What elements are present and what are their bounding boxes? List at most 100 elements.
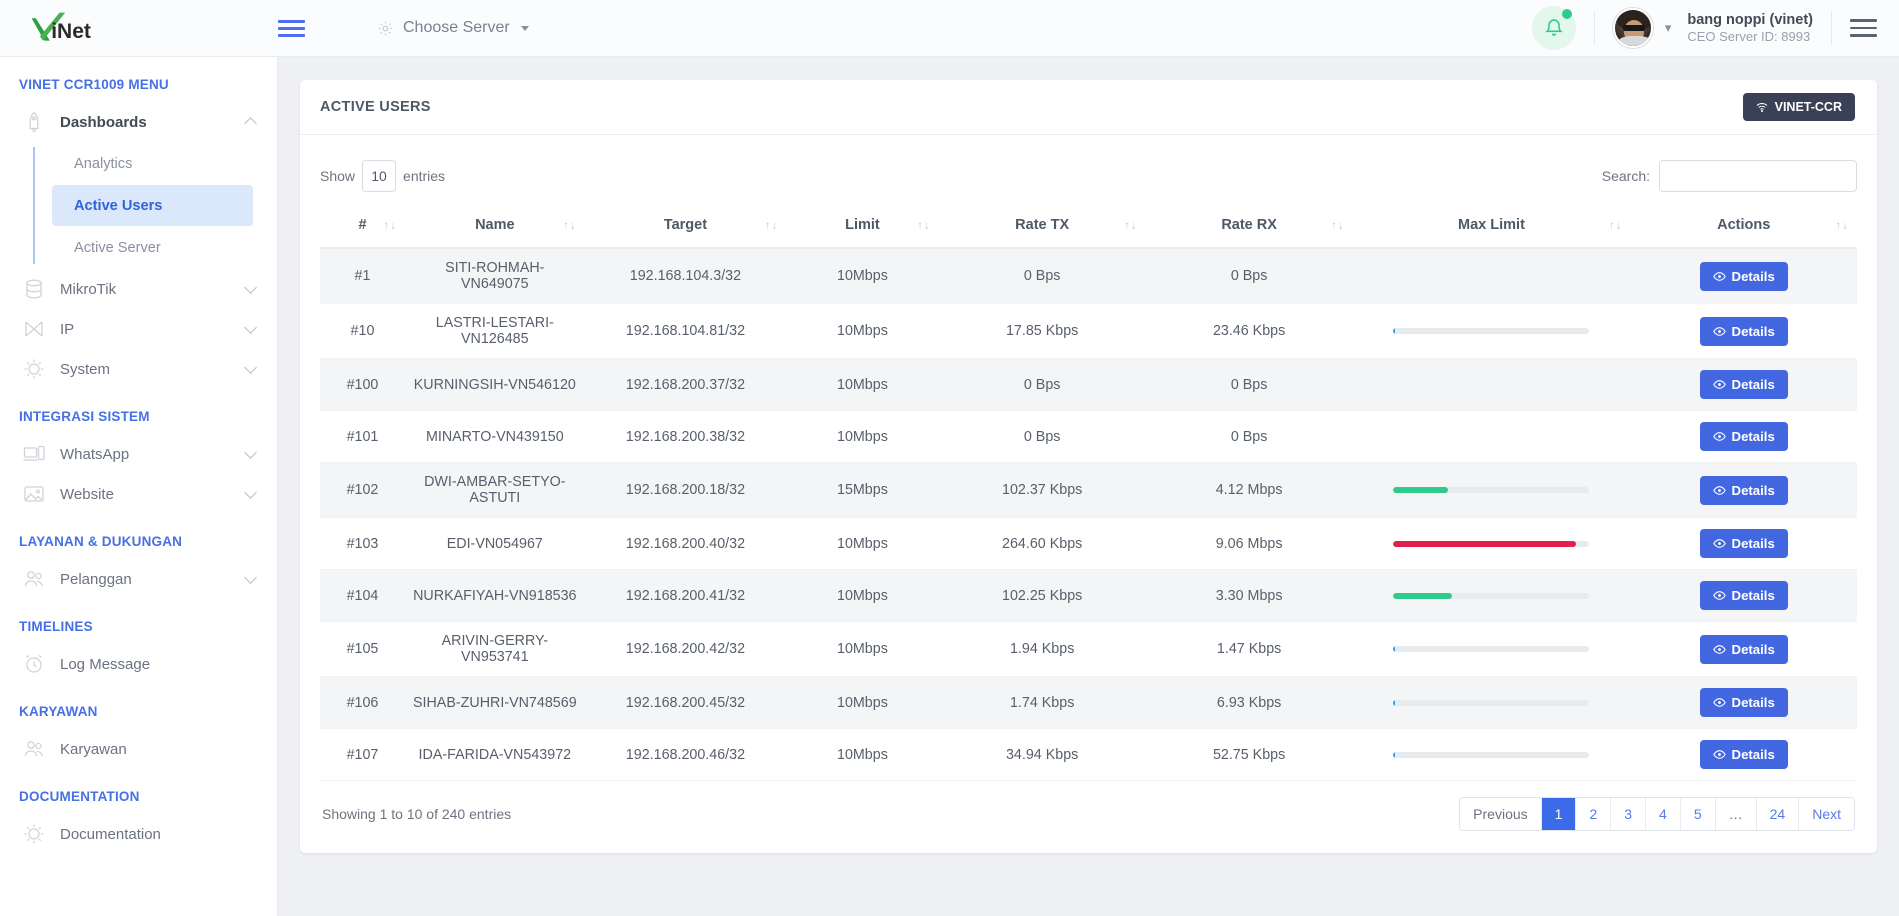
max-limit-progress-fill [1393,592,1453,599]
column-header-rate-rx[interactable]: Rate RX ↑↓ [1145,207,1353,249]
sort-updown-icon: ↑↓ [383,220,397,232]
column-header-index[interactable]: # ↑↓ [320,207,405,249]
cell-actions: Details [1630,462,1857,518]
cell-rate-tx: 264.60 Kbps [938,517,1146,570]
details-button[interactable]: Details [1699,475,1788,505]
details-button[interactable]: Details [1699,634,1788,664]
cell-target: 192.168.200.37/32 [584,358,787,411]
cell-max-limit [1352,462,1631,518]
cell-max-limit [1352,358,1631,411]
pagination-button[interactable]: 1 [1541,798,1577,830]
cell-index: #102 [320,462,405,518]
right-menu-button[interactable] [1850,19,1877,37]
cell-rate-rx: 0 Bps [1145,410,1353,463]
table-row: #10 LASTRI-LESTARI-VN126485 192.168.104.81… [320,303,1857,359]
sidebar-section-title: INTEGRASI SISTEM [19,409,150,424]
cell-max-limit [1352,676,1631,729]
column-header-rate-tx[interactable]: Rate TX ↑↓ [938,207,1146,249]
column-label: # [358,217,367,233]
cell-rate-tx: 17.85 Kbps [938,303,1146,359]
choose-server-dropdown[interactable]: Choose Server [377,19,529,37]
cell-max-limit [1352,303,1631,359]
details-button[interactable]: Details [1699,422,1788,451]
eye-icon [1712,644,1726,654]
show-label: Show [320,168,356,184]
avatar[interactable] [1612,8,1653,48]
details-button[interactable]: Details [1699,529,1788,558]
pagination-button[interactable]: 2 [1576,798,1612,830]
column-header-actions[interactable]: Actions ↑↓ [1630,207,1857,249]
chevron-up-icon [244,117,257,130]
details-button[interactable]: Details [1699,261,1788,291]
sidebar-item-karyawan[interactable]: Karyawan [0,729,277,769]
notifications-button[interactable] [1531,6,1576,50]
cell-rate-rx: 0 Bps [1145,248,1353,304]
hamburger-icon-line [1850,19,1877,22]
details-button[interactable]: Details [1699,370,1788,399]
hamburger-icon-line [278,26,305,30]
sidebar-item-whatsapp[interactable]: WhatsApp [0,434,277,474]
sidebar-item-documentation[interactable]: Documentation [0,814,277,854]
details-button[interactable]: Details [1699,581,1788,610]
page-length-control: Show entries [320,160,445,192]
max-limit-progress-fill [1393,540,1576,547]
details-button[interactable]: Details [1699,740,1788,769]
table-row: #107 IDA-FARIDA-VN543972 192.168.200.46/32… [320,728,1857,781]
cell-index: #107 [320,728,405,781]
pagination-button[interactable]: Previous [1460,798,1542,830]
cell-actions: Details [1630,728,1857,781]
column-header-target[interactable]: Target ↑↓ [584,207,787,249]
pagination-button[interactable]: Next [1799,798,1854,830]
sidebar-item-mikrotik[interactable]: MikroTik [0,269,277,309]
cell-actions: Details [1630,569,1857,622]
column-header-max-limit[interactable]: Max Limit ↑↓ [1352,207,1631,249]
cell-name: EDI-VN054967 [404,517,585,570]
topbar-right-group: ▾ bang noppi (vinet) CEO Server ID: 8993 [1531,0,1899,57]
details-button[interactable]: Details [1699,316,1788,346]
page-length-input[interactable] [362,160,397,192]
sidebar-item-website[interactable]: Website [0,474,277,514]
sidebar-item-dashboards[interactable]: Dashboards [0,102,277,142]
cell-rate-rx: 23.46 Kbps [1145,303,1353,359]
cell-name: SITI-ROHMAH-VN649075 [404,248,585,304]
sidebar-toggle-button[interactable] [278,19,305,37]
user-info[interactable]: bang noppi (vinet) CEO Server ID: 8993 [1687,11,1813,45]
pagination-button[interactable]: 4 [1646,798,1681,830]
sidebar-item-log-message[interactable]: Log Message [0,644,277,684]
sidebar-item-ip[interactable]: IP [0,309,277,349]
chevron-down-icon [244,321,257,334]
search-input[interactable] [1659,160,1857,192]
column-header-limit[interactable]: Limit ↑↓ [786,207,939,249]
sidebar-item-analytics[interactable]: Analytics [52,143,253,184]
sidebar-item-label: Documentation [60,825,161,843]
pagination-button[interactable]: 5 [1680,798,1716,830]
details-button-label: Details [1731,482,1775,498]
pagination-button[interactable]: 24 [1756,798,1800,830]
details-button-label: Details [1731,429,1775,444]
sidebar-item-label: Log Message [60,655,151,673]
pagination-button[interactable]: 3 [1611,798,1647,830]
vinet-ccr-badge[interactable]: VINET-CCR [1742,93,1855,121]
users-icon [24,571,43,587]
cell-limit: 10Mbps [786,410,939,463]
gear-icon [378,21,393,35]
chevron-down-icon[interactable]: ▾ [1665,20,1672,36]
sidebar-section-title: VINET CCR1009 MENU [19,77,169,92]
sidebar-item-active-users[interactable]: Active Users [52,185,253,226]
details-button[interactable]: Details [1699,688,1788,717]
brand-logo[interactable]: iNet [0,0,278,57]
cell-rate-tx: 0 Bps [938,410,1146,463]
sidebar-item-system[interactable]: System [0,349,277,389]
max-limit-progress-track [1393,540,1590,547]
sidebar-item-label: System [60,360,111,378]
cell-name: NURKAFIYAH-VN918536 [404,569,585,622]
cell-name: LASTRI-LESTARI-VN126485 [404,303,585,359]
cell-limit: 10Mbps [786,248,939,304]
cell-rate-rx: 0 Bps [1145,358,1353,411]
sidebar-item-pelanggan[interactable]: Pelanggan [0,559,277,599]
alarm-clock-icon [26,654,42,673]
sidebar-item-active-server[interactable]: Active Server [52,227,253,268]
pagination-button[interactable]: … [1715,798,1757,830]
column-header-name[interactable]: Name ↑↓ [404,207,585,249]
column-label: Rate RX [1221,217,1277,233]
